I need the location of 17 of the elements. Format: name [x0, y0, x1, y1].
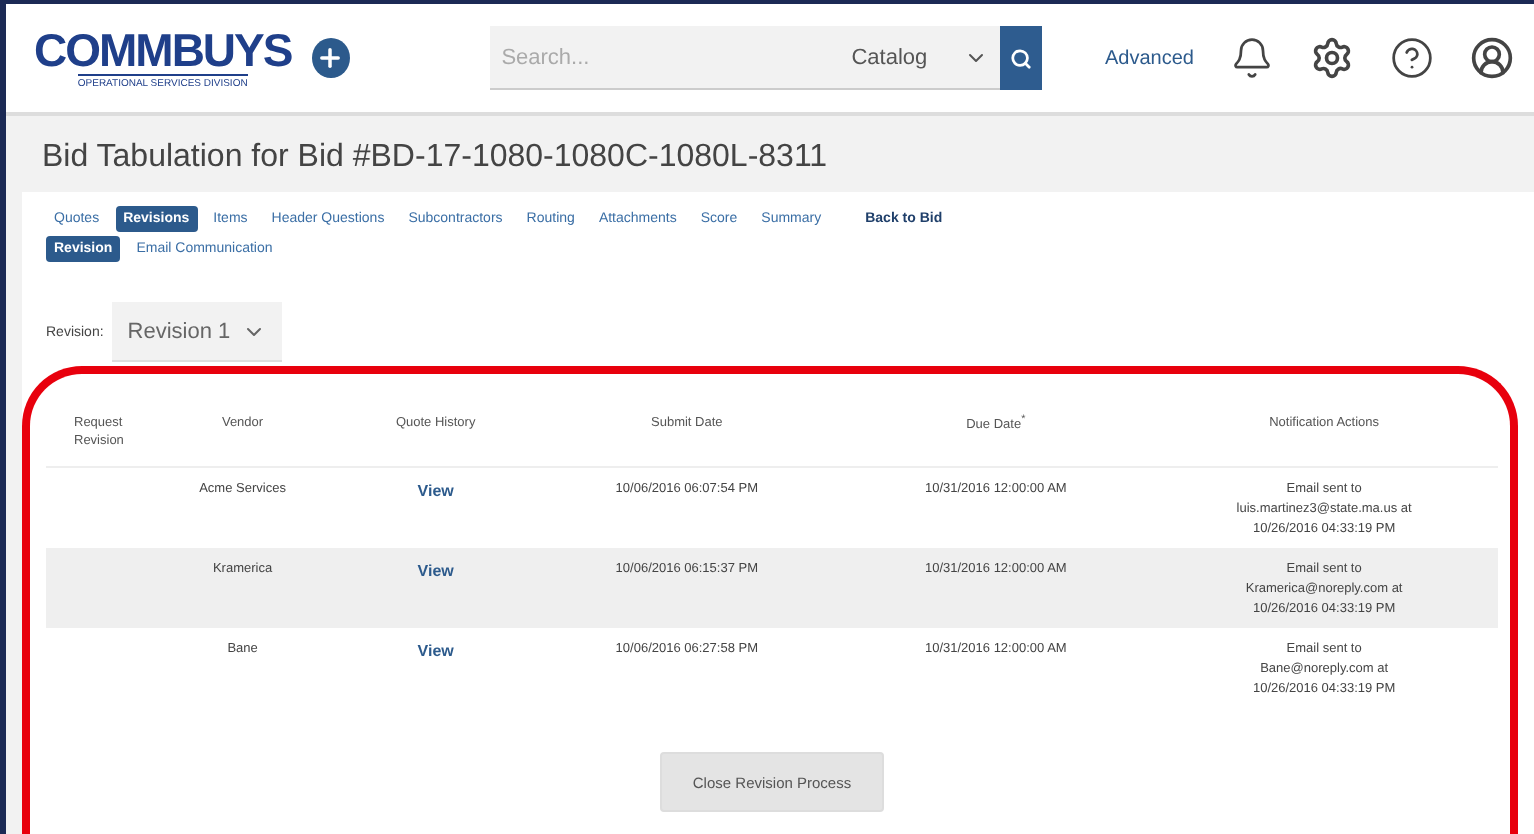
view-link[interactable]: View: [417, 642, 454, 661]
catalog-dropdown[interactable]: Catalog: [812, 26, 1000, 90]
logo-title: COMMBUYS: [34, 27, 292, 73]
bell-icon[interactable]: [1230, 36, 1274, 80]
search-icon: [1009, 47, 1032, 69]
settings-icon[interactable]: [1310, 36, 1354, 80]
help-icon[interactable]: [1390, 36, 1434, 80]
view-link[interactable]: View: [417, 482, 454, 501]
search-field[interactable]: Search...: [489, 26, 813, 90]
user-icon[interactable]: [1470, 36, 1514, 80]
page-title: Bid Tabulation for Bid #BD-17-1080-1080C-1080L-8311: [40, 138, 830, 178]
catalog-label: Catalog: [851, 45, 928, 69]
revision-dropdown[interactable]: Revision 1: [111, 302, 283, 362]
advanced-link[interactable]: Advanced: [1105, 47, 1194, 69]
view-link[interactable]: View: [417, 562, 454, 581]
plus-icon[interactable]: [311, 38, 350, 78]
search-button[interactable]: [999, 26, 1042, 90]
